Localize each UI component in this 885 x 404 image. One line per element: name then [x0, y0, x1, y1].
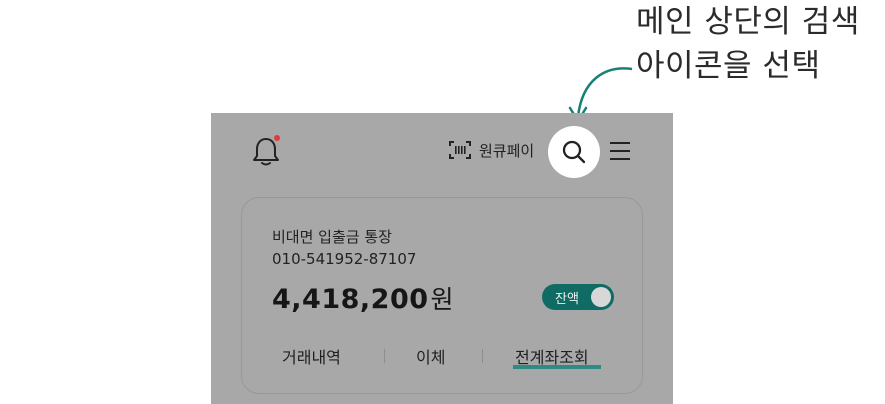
- callout-line-1: 메인 상단의 검색: [636, 4, 860, 40]
- account-name: 비대면 입출금 통장: [272, 228, 392, 246]
- barcode-scan-icon: [449, 141, 471, 159]
- divider: [482, 349, 483, 363]
- balance-amount: 4,418,200: [272, 284, 429, 315]
- toggle-knob: [591, 287, 611, 307]
- account-balance: 4,418,200원: [272, 280, 454, 316]
- balance-unit: 원: [430, 285, 455, 314]
- history-link[interactable]: 거래내역: [282, 344, 341, 368]
- callout-line-2: 아이콘을 선택: [636, 48, 821, 84]
- wonpay-label: 원큐페이: [479, 141, 535, 160]
- app-screen: 원큐페이 비대면 입출금 통장 010-541952-87107 4,418,2…: [211, 113, 673, 404]
- search-icon: [562, 140, 586, 164]
- balance-toggle[interactable]: 잔액: [542, 284, 614, 310]
- notification-dot: [274, 135, 280, 141]
- instruction-callout: 메인 상단의 검색 아이콘을 선택: [636, 0, 876, 88]
- wonpay-button[interactable]: 원큐페이: [447, 139, 534, 161]
- transfer-link[interactable]: 이체: [416, 344, 445, 368]
- search-button[interactable]: [548, 126, 600, 178]
- all-accounts-highlight: [513, 365, 601, 369]
- account-card[interactable]: 비대면 입출금 통장 010-541952-87107 4,418,200원 잔…: [241, 197, 643, 394]
- balance-toggle-label: 잔액: [555, 291, 579, 307]
- menu-icon[interactable]: [609, 141, 631, 161]
- account-number: 010-541952-87107: [272, 250, 417, 268]
- divider: [384, 349, 385, 363]
